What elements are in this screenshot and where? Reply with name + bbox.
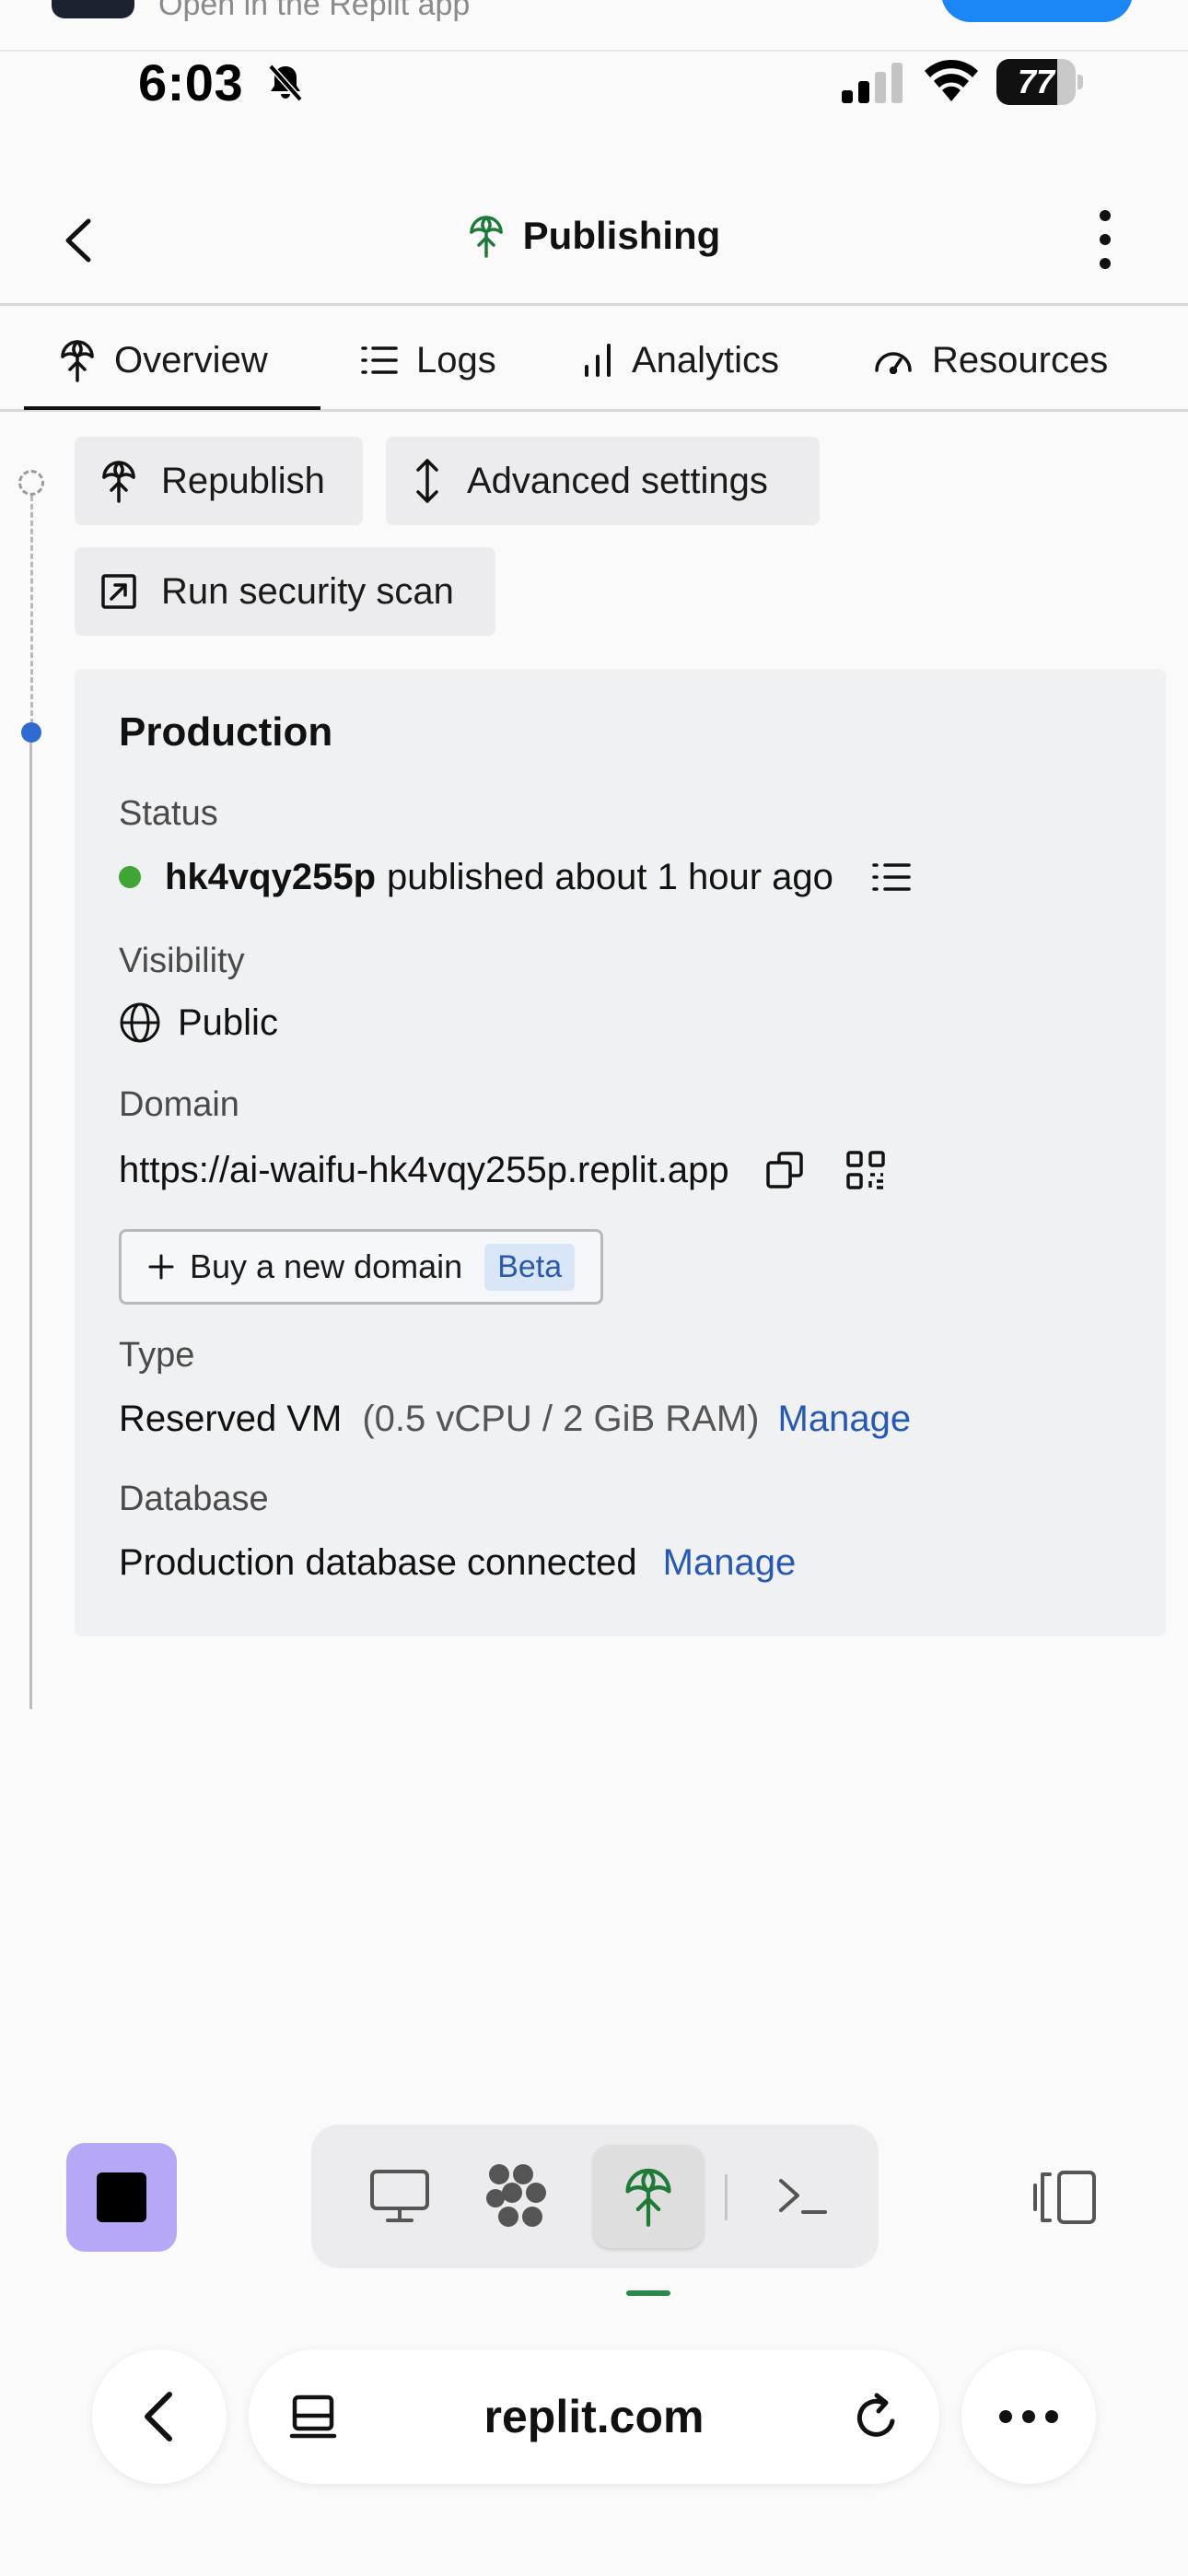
database-row: Production database connected Manage <box>119 1535 796 1590</box>
advanced-settings-label: Advanced settings <box>467 460 768 501</box>
publish-icon <box>623 2164 674 2229</box>
status-bar: 6:03 77 <box>0 52 1188 162</box>
active-tool-indicator <box>626 2290 670 2296</box>
timeline-line <box>29 737 32 1709</box>
copy-icon[interactable] <box>764 1150 805 1190</box>
open-in-app-banner[interactable]: Open in the Replit app <box>0 0 1188 52</box>
status-text: published about 1 hour ago <box>387 856 833 897</box>
timeline-pending-node <box>18 470 44 496</box>
security-scan-label: Run security scan <box>161 570 454 612</box>
visibility-label: Visibility <box>119 942 245 980</box>
browser-url: replit.com <box>483 2391 705 2442</box>
publish-icon <box>468 214 505 258</box>
tab-overview[interactable]: Overview <box>59 309 268 412</box>
timeline-current-node <box>21 722 41 743</box>
reload-icon[interactable] <box>851 2392 903 2443</box>
workspace-toolbar <box>311 2125 879 2268</box>
agent-icon <box>481 2161 551 2231</box>
cellular-signal-icon <box>840 61 906 103</box>
publishing-button[interactable] <box>593 2145 704 2248</box>
timeline-dashed-line <box>30 496 33 724</box>
publish-icon <box>59 338 96 382</box>
bar-chart-icon <box>582 343 613 378</box>
status-dot <box>119 866 141 888</box>
agent-button[interactable] <box>460 2145 571 2248</box>
expand-vertical-icon <box>412 457 443 505</box>
stop-icon <box>97 2172 146 2222</box>
production-card: Production Status hk4vqy255p published a… <box>75 669 1166 1636</box>
tab-resources[interactable]: Resources <box>873 309 1108 412</box>
visibility-value: Public <box>178 1001 278 1043</box>
stop-button[interactable] <box>66 2143 177 2252</box>
type-row: Reserved VM (0.5 vCPU / 2 GiB RAM) Manag… <box>119 1391 911 1446</box>
clock: 6:03 <box>138 53 244 111</box>
open-in-app-text: Open in the Replit app <box>158 0 471 22</box>
visibility-row: Public <box>119 995 278 1050</box>
buy-domain-button[interactable]: Buy a new domain Beta <box>119 1229 603 1305</box>
type-label: Type <box>119 1336 195 1375</box>
tab-bar: Overview Logs Analytics Resources <box>0 309 1188 412</box>
republish-label: Republish <box>161 460 325 501</box>
browser-address-bar[interactable]: replit.com <box>249 2349 939 2484</box>
preview-button[interactable] <box>344 2145 455 2248</box>
tab-logs[interactable]: Logs <box>361 309 496 412</box>
open-app-button[interactable] <box>941 0 1133 22</box>
type-value: Reserved VM <box>119 1398 343 1439</box>
battery-percent: 77 <box>1017 63 1055 100</box>
beta-badge: Beta <box>484 1243 576 1291</box>
domain-row: https://ai-waifu-hk4vqy255p.replit.app <box>119 1142 886 1198</box>
database-label: Database <box>119 1480 269 1518</box>
manage-database-link[interactable]: Manage <box>663 1542 797 1584</box>
list-icon <box>361 345 398 376</box>
buy-domain-label: Buy a new domain <box>190 1247 463 1285</box>
gauge-icon <box>873 346 914 374</box>
domain-link[interactable]: https://ai-waifu-hk4vqy255p.replit.app <box>119 1150 729 1191</box>
domain-label: Domain <box>119 1085 239 1124</box>
active-tab-indicator <box>24 406 320 410</box>
panel-toggle-icon[interactable] <box>1031 2167 1098 2228</box>
plus-icon <box>147 1253 175 1281</box>
tab-label: Logs <box>416 339 496 381</box>
type-detail: (0.5 vCPU / 2 GiB RAM) <box>362 1398 760 1439</box>
qr-code-icon[interactable] <box>845 1150 886 1190</box>
status-label: Status <box>119 794 218 833</box>
production-title: Production <box>119 709 333 755</box>
run-security-scan-button[interactable]: Run security scan <box>75 547 495 636</box>
tab-label: Overview <box>114 339 268 381</box>
status-row: hk4vqy255p published about 1 hour ago <box>119 849 911 905</box>
browser-back-button[interactable] <box>92 2349 227 2484</box>
deployment-id: hk4vqy255p <box>165 856 377 897</box>
globe-icon <box>119 1001 161 1044</box>
terminal-icon <box>775 2173 831 2219</box>
page-header: Publishing <box>0 181 1188 306</box>
view-logs-icon[interactable] <box>872 861 911 893</box>
silent-mode-icon <box>263 61 308 105</box>
replit-app-logo <box>52 0 134 18</box>
publish-icon <box>100 459 137 503</box>
advanced-settings-button[interactable]: Advanced settings <box>386 437 820 525</box>
external-link-icon <box>100 573 137 610</box>
more-options-icon[interactable] <box>1087 205 1124 275</box>
manage-type-link[interactable]: Manage <box>778 1399 912 1440</box>
tab-label: Resources <box>932 339 1109 381</box>
republish-button[interactable]: Republish <box>75 437 363 525</box>
wifi-icon <box>923 59 980 103</box>
browser-more-button[interactable] <box>961 2349 1096 2484</box>
monitor-icon <box>369 2169 430 2224</box>
database-value: Production database connected <box>119 1541 637 1583</box>
toolbar-divider <box>725 2174 728 2220</box>
tab-analytics[interactable]: Analytics <box>582 309 779 412</box>
shell-button[interactable] <box>748 2145 858 2248</box>
battery-indicator: 77 <box>996 59 1083 105</box>
back-button[interactable] <box>52 208 107 273</box>
tab-label: Analytics <box>632 339 780 381</box>
page-title: Publishing <box>522 214 721 257</box>
